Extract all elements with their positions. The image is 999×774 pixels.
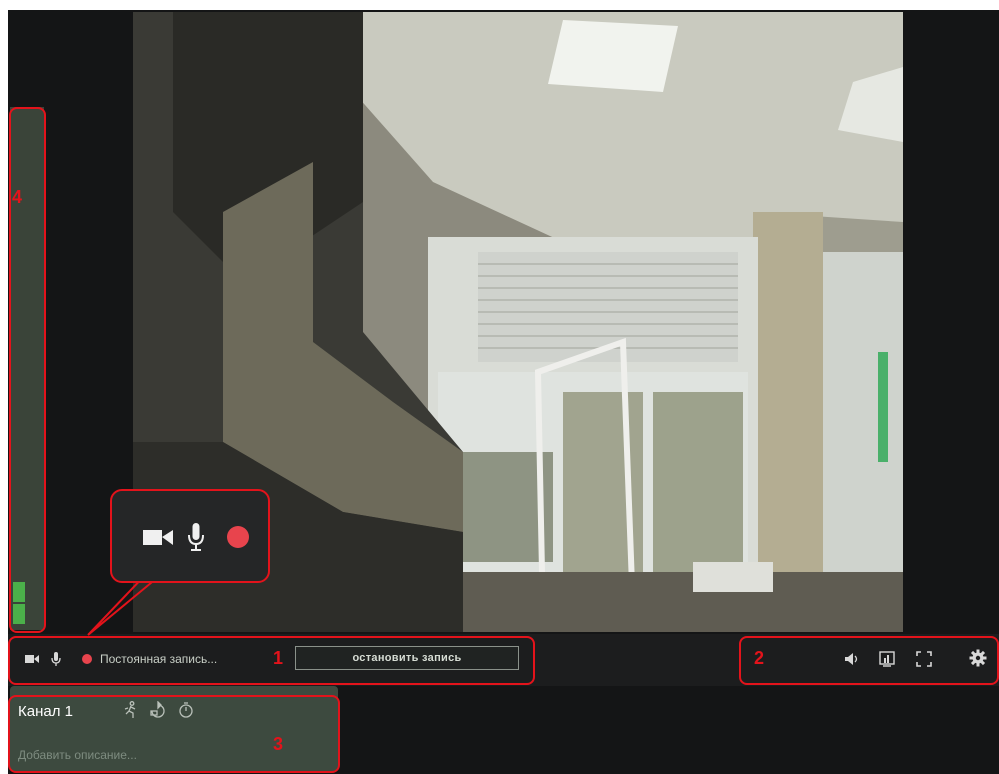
annotation-number-3: 3 (273, 734, 284, 754)
camera-player: Постоянная запись... остановить запись К… (8, 10, 999, 774)
microphone-icon (186, 521, 206, 553)
annotation-box-2 (739, 636, 999, 685)
record-icon (226, 525, 250, 549)
annotation-number-1: 1 (273, 648, 284, 668)
callout-pointer (87, 571, 164, 636)
annotation-number-2: 2 (754, 648, 765, 668)
icons-zoom-callout (110, 489, 270, 583)
camera-icon (142, 525, 174, 549)
annotation-box-4 (9, 107, 46, 633)
annotation-number-4: 4 (12, 187, 23, 207)
annotation-box-3 (8, 695, 340, 773)
